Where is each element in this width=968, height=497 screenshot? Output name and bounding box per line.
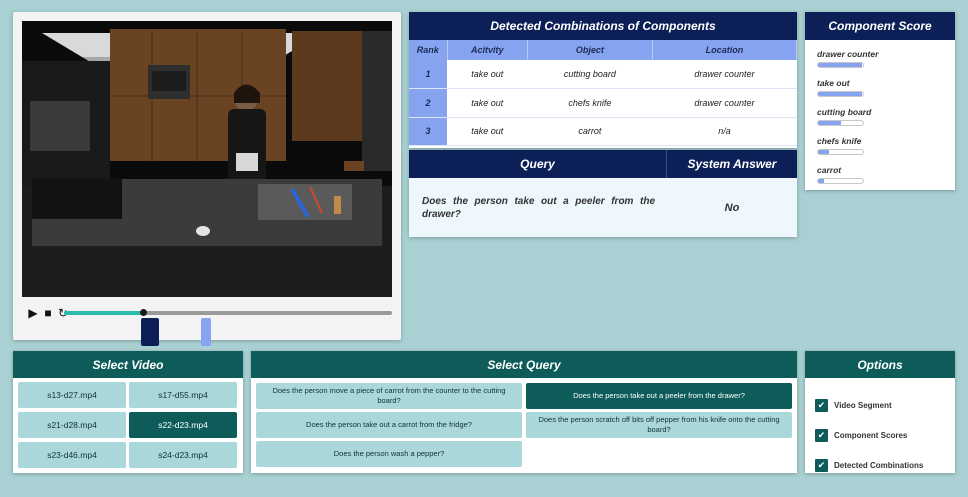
video-option-button[interactable]: s24-d23.mp4 xyxy=(129,442,237,468)
score-bar xyxy=(817,178,864,184)
video-option-button[interactable]: s23-d46.mp4 xyxy=(18,442,126,468)
option-label: Component Scores xyxy=(834,430,908,440)
option-detected-combinations[interactable]: ✔ Detected Combinations xyxy=(815,450,945,480)
component-score-list: drawer counter take out cutting board ch… xyxy=(805,40,955,194)
video-option-button[interactable]: s17-d55.mp4 xyxy=(129,382,237,408)
query-text: Does the person take out a peeler from t… xyxy=(422,195,655,220)
video-frame[interactable] xyxy=(22,21,392,297)
object-cell: cutting board xyxy=(527,60,653,89)
combinations-title: Detected Combinations of Components xyxy=(409,12,797,40)
video-segment-marker[interactable] xyxy=(201,318,211,346)
score-label: chefs knife xyxy=(817,136,862,146)
timeline-track[interactable] xyxy=(64,309,392,316)
score-label: carrot xyxy=(817,165,842,175)
score-fill xyxy=(818,179,824,183)
activity-cell: take out xyxy=(447,117,528,146)
score-item: drawer counter xyxy=(817,49,943,78)
system-answer-header: System Answer xyxy=(667,150,797,178)
rank-cell: 1 xyxy=(409,60,447,89)
table-row: 3 take out carrot n/a xyxy=(409,117,797,146)
rank-header: Rank xyxy=(409,40,448,60)
object-header: Object xyxy=(527,40,653,60)
component-score-title: Component Score xyxy=(805,12,955,40)
select-query-panel: Select Query Does the person move a piec… xyxy=(251,351,797,473)
query-answer-panel: Query System Answer Does the person take… xyxy=(409,150,797,237)
stop-icon[interactable]: ■ xyxy=(42,307,54,319)
option-component-scores[interactable]: ✔ Component Scores xyxy=(815,420,945,450)
object-cell: carrot xyxy=(527,117,653,146)
score-bar xyxy=(817,91,864,97)
query-option-button-selected[interactable]: Does the person take out a peeler from t… xyxy=(526,383,792,409)
score-fill xyxy=(818,63,862,67)
score-fill xyxy=(818,121,842,125)
select-video-panel: Select Video s13-d27.mp4 s17-d55.mp4 s21… xyxy=(13,351,243,473)
score-label: drawer counter xyxy=(817,49,879,59)
video-option-button[interactable]: s21-d28.mp4 xyxy=(18,412,126,438)
query-option-button[interactable]: Does the person wash a pepper? xyxy=(256,441,522,467)
option-label: Video Segment xyxy=(834,400,892,410)
play-icon[interactable]: ▶ xyxy=(27,307,39,319)
location-cell: drawer counter xyxy=(652,60,797,89)
combinations-table: Rank Acitvity Object Location 1 take out… xyxy=(409,40,798,146)
options-panel: Options ✔ Video Segment ✔ Component Scor… xyxy=(805,351,955,473)
score-item: chefs knife xyxy=(817,136,943,165)
location-cell: drawer counter xyxy=(652,88,797,118)
activity-header: Acitvity xyxy=(447,40,528,60)
query-option-button[interactable]: Does the person take out a carrot from t… xyxy=(256,412,522,438)
query-option-button[interactable]: Does the person move a piece of carrot f… xyxy=(256,383,522,409)
option-label: Detected Combinations xyxy=(834,460,924,470)
video-player-panel: ▶ ■ ↻ xyxy=(13,12,401,346)
score-item: cutting board xyxy=(817,107,943,136)
options-title: Options xyxy=(805,351,955,378)
object-cell: chefs knife xyxy=(527,88,653,118)
score-label: take out xyxy=(817,78,850,88)
table-row: 2 take out chefs knife drawer counter xyxy=(409,88,797,118)
component-score-panel: Component Score drawer counter take out … xyxy=(805,12,955,190)
score-bar xyxy=(817,62,864,68)
score-bar xyxy=(817,120,864,126)
option-video-segment[interactable]: ✔ Video Segment xyxy=(815,390,945,420)
video-option-button-selected[interactable]: s22-d23.mp4 xyxy=(129,412,237,438)
timeline-progress xyxy=(64,311,143,315)
table-row: 1 take out cutting board drawer counter xyxy=(409,60,797,89)
score-fill xyxy=(818,92,862,96)
timeline-scrubber[interactable] xyxy=(139,309,147,316)
score-bar xyxy=(817,149,864,155)
select-query-title: Select Query xyxy=(251,351,797,378)
query-option-button[interactable]: Does the person scratch off bits off pep… xyxy=(526,412,792,438)
system-answer-text: No xyxy=(724,201,740,214)
checkbox-checked-icon[interactable]: ✔ xyxy=(815,428,828,442)
checkbox-checked-icon[interactable]: ✔ xyxy=(815,458,828,472)
query-header: Query xyxy=(409,150,667,178)
video-option-button[interactable]: s13-d27.mp4 xyxy=(18,382,126,408)
detected-combinations-panel: Detected Combinations of Components Rank… xyxy=(409,12,798,148)
activity-cell: take out xyxy=(447,88,528,118)
score-label: cutting board xyxy=(817,107,872,117)
rank-cell: 3 xyxy=(409,117,447,146)
video-segment-marker[interactable] xyxy=(141,318,159,346)
score-fill xyxy=(818,150,829,154)
kitchen-video-frame xyxy=(22,21,392,297)
location-cell: n/a xyxy=(652,117,797,146)
location-header: Location xyxy=(652,40,798,60)
rank-cell: 2 xyxy=(409,88,447,118)
playback-controls: ▶ ■ ↻ xyxy=(27,307,69,319)
activity-cell: take out xyxy=(447,60,528,89)
checkbox-checked-icon[interactable]: ✔ xyxy=(815,398,828,412)
score-item: carrot xyxy=(817,165,943,194)
score-item: take out xyxy=(817,78,943,107)
select-video-title: Select Video xyxy=(13,351,243,378)
